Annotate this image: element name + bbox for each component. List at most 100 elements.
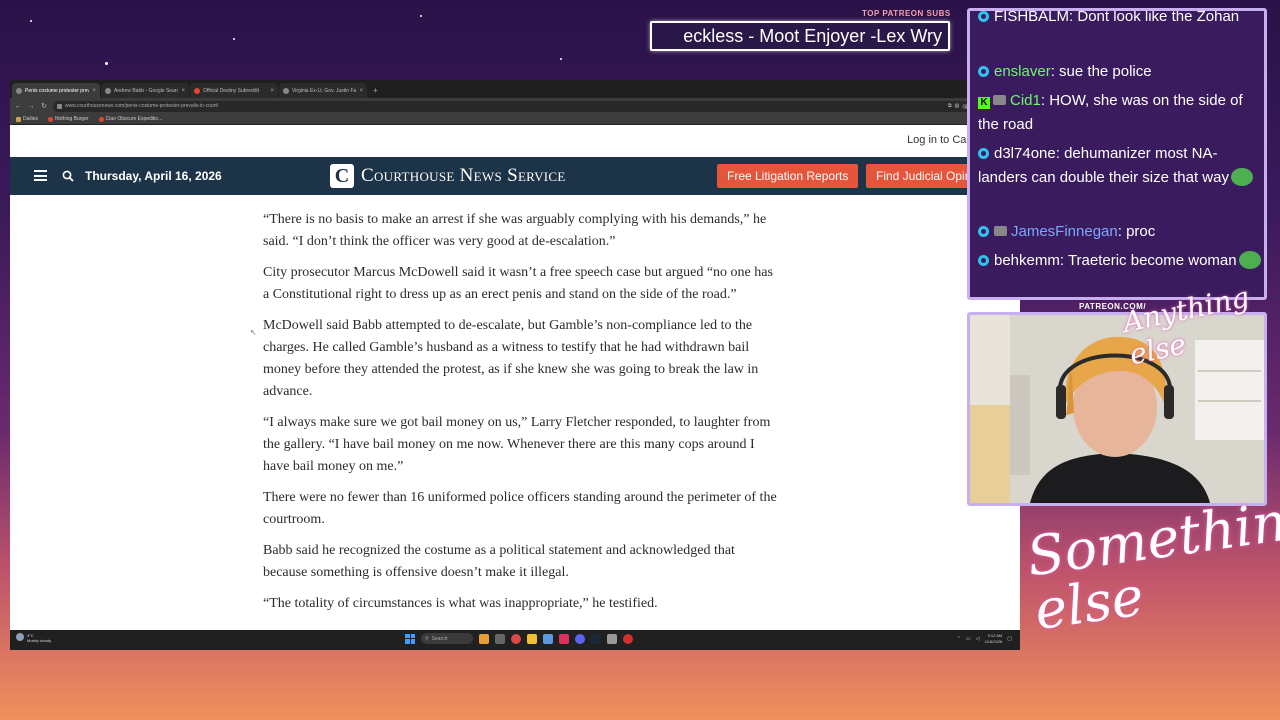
browser-toolbar: ← → ↻ www.courthousenews.com/penis-costu… <box>10 98 1020 114</box>
header-date: Thursday, April 16, 2026 <box>85 169 222 183</box>
settings-gear-icon[interactable] <box>607 633 617 644</box>
forward-icon[interactable]: → <box>27 103 35 110</box>
folder-icon <box>16 116 21 122</box>
windows-taskbar: 4°C Mostly cloudy ⚲ Search ⌃ ▭ ◁ 9:12 AM 4/… <box>10 630 1020 650</box>
close-icon[interactable]: × <box>181 88 185 94</box>
chat-text: sue the police <box>1059 63 1152 80</box>
task-view-icon[interactable] <box>495 633 505 644</box>
tab-strip: Penis costume protester prevails× Andrew… <box>10 80 1020 98</box>
windows-start-icon[interactable] <box>405 633 415 644</box>
tab-title: Virginia Ex-Lt. Gov. Justin Fairfa <box>292 87 357 94</box>
browser-tab[interactable]: Official Destiny Subreddit × <box>190 83 278 98</box>
chat-message: JamesFinnegan: proc <box>978 220 1262 244</box>
search-icon[interactable] <box>62 170 74 182</box>
close-icon[interactable]: × <box>270 88 274 94</box>
viewer-badge-icon <box>978 11 989 22</box>
browser-app-icon[interactable] <box>511 633 521 644</box>
utility-bar: Log in to Case <box>10 125 1020 157</box>
bookmark-label: Dailies <box>23 116 39 122</box>
something-else-logo: Something else <box>1023 484 1280 643</box>
top-patreon-subs-label: TOP PATREON SUBS <box>862 9 951 18</box>
bookmark-label: Nothing Burger <box>55 116 89 122</box>
article-body: “There is no basis to make an arrest if … <box>263 209 778 624</box>
article-paragraph: “The totality of circumstances is what w… <box>263 596 658 611</box>
browser-tab[interactable]: Andrew Babb - Google Search × <box>101 83 189 98</box>
chat-username: behkemm <box>994 252 1060 269</box>
hamburger-menu-icon[interactable] <box>34 170 47 181</box>
article-paragraph: “There is no basis to make an arrest if … <box>263 212 767 249</box>
background-star <box>560 58 562 60</box>
volume-icon[interactable]: ◁ <box>976 636 980 642</box>
site-header: Thursday, April 16, 2026 C Courthouse Ne… <box>10 157 1020 195</box>
close-icon[interactable]: × <box>92 88 96 94</box>
bookmark-favicon-icon <box>98 116 104 122</box>
browser-tab[interactable]: Virginia Ex-Lt. Gov. Justin Fairfa × <box>279 83 367 98</box>
chat-message: FISHBALM: Dont look like the Zohan <box>978 8 1262 29</box>
reader-icon[interactable]: ▤ <box>955 103 960 109</box>
notification-icon[interactable]: ▢ <box>1007 636 1012 642</box>
article-paragraph: McDowell said Babb attempted to de-escal… <box>263 318 759 399</box>
browser-window: Penis costume protester prevails× Andrew… <box>10 80 1020 650</box>
file-explorer-icon[interactable] <box>527 633 537 644</box>
chat-username: JamesFinnegan <box>1011 223 1118 240</box>
network-icon[interactable]: ▭ <box>966 636 971 642</box>
browser-tab[interactable]: Penis costume protester prevails× <box>12 83 100 98</box>
site-logo[interactable]: C Courthouse News Service <box>330 164 566 188</box>
favicon-icon <box>194 87 200 94</box>
tab-title: Andrew Babb - Google Search <box>114 87 179 94</box>
free-litigation-reports-button[interactable]: Free Litigation Reports <box>717 164 859 188</box>
background-star <box>233 38 235 40</box>
background-star <box>30 20 32 22</box>
bookmark-item[interactable]: Nothing Burger <box>48 116 89 122</box>
chat-username: d3l74one <box>994 145 1056 162</box>
bookmark-item[interactable]: Dailies <box>16 116 38 122</box>
address-bar[interactable]: www.courthousenews.com/penis-costume-pro… <box>53 100 990 112</box>
taskbar-clock[interactable]: 9:12 AM 4/16/2026 <box>984 633 1002 645</box>
chat-message: enslaver: sue the police <box>978 60 1262 84</box>
media-app-icon[interactable] <box>559 633 569 644</box>
chat-text: proc <box>1126 223 1156 240</box>
back-icon[interactable]: ← <box>14 103 22 110</box>
chat-message: d3l74one: dehumanizer most NA-landers ca… <box>978 142 1262 190</box>
new-tab-icon[interactable]: + <box>368 83 383 98</box>
viewer-badge-icon <box>978 148 989 159</box>
close-icon[interactable]: × <box>359 88 363 94</box>
weather-widget[interactable]: 4°C Mostly cloudy <box>16 633 51 643</box>
reload-icon[interactable]: ↻ <box>40 102 48 110</box>
logo-mark: C <box>330 164 354 188</box>
widgets-icon[interactable] <box>479 633 489 644</box>
recording-app-icon[interactable] <box>623 633 633 644</box>
chat-message: behkemm: Traeteric become woman <box>978 249 1262 273</box>
chevron-up-icon[interactable]: ⌃ <box>957 636 961 642</box>
chat-text: Dont look like the Zohan <box>1077 8 1240 25</box>
favicon-icon <box>16 87 22 94</box>
clock-time: 9:12 AM <box>987 633 1003 638</box>
bookmark-item[interactable]: Ciao Obscure Expeditio... <box>98 116 162 122</box>
chat-username: enslaver <box>994 63 1051 80</box>
discord-icon[interactable] <box>575 633 585 644</box>
favicon-icon <box>283 87 289 94</box>
steam-icon[interactable] <box>591 633 601 644</box>
taskbar-search-label: Search <box>431 635 448 642</box>
weather-desc: Mostly cloudy <box>27 638 52 643</box>
patreon-subs-ticker: eckless - Moot Enjoyer -Lex Wry <box>650 21 950 51</box>
clock-date: 4/16/2026 <box>984 639 1003 644</box>
site-info-icon[interactable] <box>57 103 62 109</box>
photos-app-icon[interactable] <box>543 633 553 644</box>
taskbar-search[interactable]: ⚲ Search <box>421 633 473 644</box>
article-paragraph: Babb said he recognized the costume as a… <box>263 543 735 580</box>
kick-badge-icon: K <box>978 97 990 109</box>
background-star <box>105 62 108 65</box>
chat-panel: FISHBALM: Dont look like the Zohan ensla… <box>967 8 1267 300</box>
bookmark-favicon-icon <box>48 116 54 122</box>
translate-icon[interactable]: ⧉ <box>948 103 952 109</box>
chat-message: K Cid1: HOW, she was on the side of the r… <box>978 92 1243 133</box>
cloud-icon <box>16 633 24 641</box>
viewer-badge-icon <box>978 226 989 237</box>
url-text: www.courthousenews.com/penis-costume-pro… <box>65 103 219 109</box>
chat-text: Traeteric become woman <box>1067 252 1237 269</box>
search-icon: ⚲ <box>425 635 429 642</box>
bookmarks-bar: Dailies Nothing Burger Ciao Obscure Expe… <box>10 114 1020 125</box>
tab-title: Penis costume protester prevails <box>25 87 90 94</box>
article-paragraph: City prosecutor Marcus McDowell said it … <box>263 265 773 302</box>
